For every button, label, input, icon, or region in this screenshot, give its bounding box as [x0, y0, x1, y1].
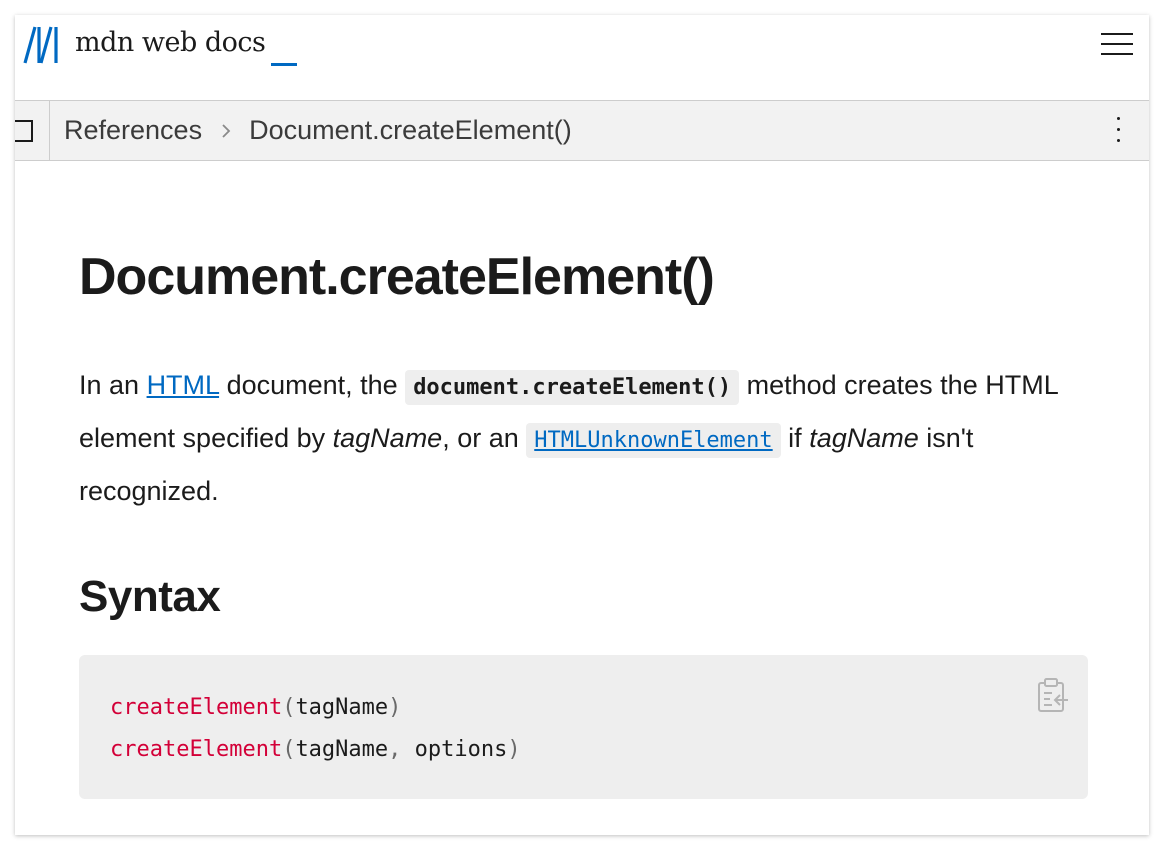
sidebar-toggle-button[interactable] [15, 100, 50, 161]
page-frame: mdn web docs References Document.createE… [15, 15, 1149, 835]
syntax-heading: Syntax [79, 572, 221, 621]
code-function: createElement [110, 737, 283, 762]
code-punct: ) [388, 695, 402, 720]
mdn-logo-icon [23, 26, 58, 64]
syntax-code-block: createElement(tagName) createElement(tag… [79, 655, 1088, 799]
intro-text: , or an [442, 423, 527, 453]
intro-text: document, the [219, 370, 406, 400]
breadcrumb-item-current[interactable]: Document.createElement() [249, 115, 572, 146]
top-navigation: mdn web docs [15, 15, 1149, 101]
code-punct: , [388, 737, 415, 762]
more-options-icon[interactable] [1115, 117, 1121, 145]
code-punct: ( [282, 695, 296, 720]
code-arg: tagName [295, 695, 389, 720]
code-punct: ) [507, 737, 521, 762]
code-punct: ( [282, 737, 296, 762]
code-line: createElement(tagName, options) [110, 729, 1088, 771]
method-code: document.createElement() [405, 370, 740, 405]
html-link[interactable]: HTML [147, 370, 220, 400]
page-title: Document.createElement() [79, 248, 715, 306]
logo-cursor [271, 63, 298, 66]
breadcrumb: References Document.createElement() [64, 115, 572, 146]
code-arg: options [414, 737, 508, 762]
intro-text: if [780, 423, 810, 453]
chevron-right-icon [222, 123, 231, 138]
logo-text: mdn web docs [75, 27, 266, 58]
sidebar-icon [15, 119, 33, 142]
article-content: Document.createElement() In an HTML docu… [15, 247, 1149, 799]
mdn-logo[interactable]: mdn web docs [23, 25, 298, 66]
htmlunknownelement-link[interactable]: HTMLUnknownElement [526, 423, 781, 458]
breadcrumb-bar: References Document.createElement() [15, 100, 1149, 161]
hamburger-menu-icon[interactable] [1101, 33, 1133, 57]
htmlunknownelement-code: HTMLUnknownElement [526, 423, 781, 458]
breadcrumb-item-references[interactable]: References [64, 115, 202, 146]
tagname-emphasis: tagName [332, 423, 443, 453]
intro-paragraph: In an HTML document, the document.create… [79, 360, 1069, 517]
intro-text: In an [79, 370, 147, 400]
tagname-emphasis: tagName [809, 423, 919, 453]
code-function: createElement [110, 695, 283, 720]
code-line: createElement(tagName) [110, 687, 1088, 729]
code-arg: tagName [295, 737, 389, 762]
clipboard-copy-icon[interactable] [1036, 677, 1070, 715]
